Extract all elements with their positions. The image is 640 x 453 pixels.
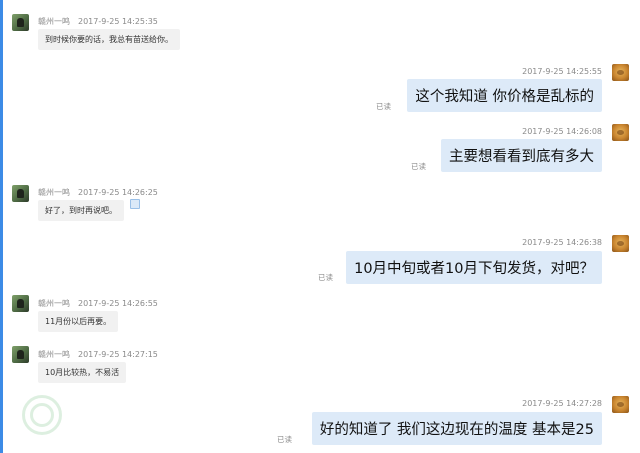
message-timestamp: 2017-9-25 14:25:35 (78, 17, 158, 26)
watermark-logo (20, 393, 64, 437)
sender-nickname: 赣州一鸣 (38, 299, 70, 308)
window-left-border (0, 0, 3, 453)
outgoing-message-bubble[interactable]: 这个我知道 你价格是乱标的 (407, 79, 602, 112)
sender-nickname: 赣州一鸣 (38, 350, 70, 359)
outgoing-message-bubble[interactable]: 主要想看看到底有多大 (441, 139, 602, 172)
message-meta: 赣州一鸣 2017-9-25 14:26:55 (38, 298, 158, 309)
message-tag-icon[interactable] (130, 199, 140, 209)
contact-avatar[interactable] (12, 346, 29, 363)
sender-nickname: 赣州一鸣 (38, 188, 70, 197)
outgoing-message-bubble[interactable]: 好的知道了 我们这边现在的温度 基本是25 (311, 412, 602, 445)
message-timestamp: 2017-9-25 14:25:55 (522, 67, 602, 76)
my-avatar[interactable] (612, 124, 629, 141)
message-timestamp: 2017-9-25 14:27:28 (522, 399, 602, 408)
incoming-message-bubble[interactable]: 到时候你要的话，我总有苗送给你。 (38, 29, 180, 50)
incoming-message-bubble[interactable]: 10月比较热，不易活 (38, 362, 127, 383)
read-status: 已读 (277, 435, 292, 444)
contact-avatar[interactable] (12, 185, 29, 202)
my-avatar[interactable] (612, 396, 629, 413)
incoming-message-bubble[interactable]: 好了，到时再说吧。 (38, 200, 124, 221)
contact-avatar[interactable] (12, 14, 29, 31)
message-timestamp: 2017-9-25 14:26:25 (78, 188, 158, 197)
sender-nickname: 赣州一鸣 (38, 17, 70, 26)
message-timestamp: 2017-9-25 14:26:55 (78, 299, 158, 308)
message-meta: 赣州一鸣 2017-9-25 14:26:25 (38, 187, 158, 198)
read-status: 已读 (411, 162, 426, 171)
message-meta: 赣州一鸣 2017-9-25 14:25:35 (38, 16, 158, 27)
message-timestamp: 2017-9-25 14:27:15 (78, 350, 158, 359)
read-status: 已读 (376, 102, 391, 111)
my-avatar[interactable] (612, 64, 629, 81)
message-timestamp: 2017-9-25 14:26:08 (522, 127, 602, 136)
my-avatar[interactable] (612, 235, 629, 252)
message-timestamp: 2017-9-25 14:26:38 (522, 238, 602, 247)
read-status: 已读 (318, 273, 333, 282)
message-meta: 赣州一鸣 2017-9-25 14:27:15 (38, 349, 158, 360)
outgoing-message-bubble[interactable]: 10月中旬或者10月下旬发货，对吧？ (346, 251, 602, 284)
contact-avatar[interactable] (12, 295, 29, 312)
incoming-message-bubble[interactable]: 11月份以后再要。 (38, 311, 119, 332)
